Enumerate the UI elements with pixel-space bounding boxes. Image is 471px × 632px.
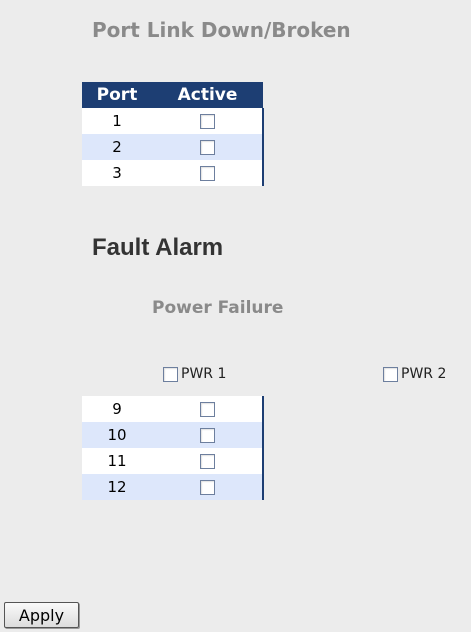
table-row: 1 bbox=[82, 108, 264, 134]
table-row: 10 bbox=[82, 422, 264, 448]
apply-button[interactable]: Apply bbox=[4, 602, 79, 628]
active-cell bbox=[152, 474, 264, 500]
active-cell bbox=[152, 108, 264, 134]
table-row: 2 bbox=[82, 134, 264, 160]
port-number: 2 bbox=[82, 134, 152, 160]
port-number: 9 bbox=[82, 396, 152, 422]
active-cell bbox=[152, 448, 264, 474]
pwr1-option[interactable]: PWR 1 bbox=[163, 366, 226, 382]
table-row: 11 bbox=[82, 448, 264, 474]
active-cell bbox=[152, 422, 264, 448]
active-checkbox[interactable] bbox=[199, 402, 215, 417]
fault-alarm-title: Fault Alarm bbox=[92, 234, 224, 261]
active-checkbox[interactable] bbox=[199, 428, 215, 443]
active-cell bbox=[152, 396, 264, 422]
active-cell bbox=[152, 160, 264, 186]
power-failure-title: Power Failure bbox=[152, 298, 284, 318]
port-number: 11 bbox=[82, 448, 152, 474]
active-checkbox[interactable] bbox=[199, 140, 215, 155]
port-table: Port Active 123 bbox=[82, 82, 264, 186]
pwr2-checkbox[interactable] bbox=[383, 366, 398, 382]
table-row: 9 bbox=[82, 396, 264, 422]
active-checkbox[interactable] bbox=[199, 114, 215, 129]
active-checkbox[interactable] bbox=[199, 454, 215, 469]
port-number: 1 bbox=[82, 108, 152, 134]
port-column-header: Port bbox=[82, 82, 152, 108]
pwr1-label: PWR 1 bbox=[181, 366, 227, 382]
table-row: 12 bbox=[82, 474, 264, 500]
port-number: 3 bbox=[82, 160, 152, 186]
active-cell bbox=[152, 134, 264, 160]
active-column-header: Active bbox=[152, 82, 263, 108]
pwr2-option[interactable]: PWR 2 bbox=[383, 366, 446, 382]
port-number: 12 bbox=[82, 474, 152, 500]
section-title: Port Link Down/Broken bbox=[92, 18, 351, 42]
active-checkbox[interactable] bbox=[199, 480, 215, 495]
active-checkbox[interactable] bbox=[199, 166, 215, 181]
table-row: 3 bbox=[82, 160, 264, 186]
port-number: 10 bbox=[82, 422, 152, 448]
port-table-continued: 9 10 11 12 bbox=[82, 396, 264, 500]
pwr1-checkbox[interactable] bbox=[163, 366, 178, 382]
pwr2-label: PWR 2 bbox=[401, 366, 447, 382]
